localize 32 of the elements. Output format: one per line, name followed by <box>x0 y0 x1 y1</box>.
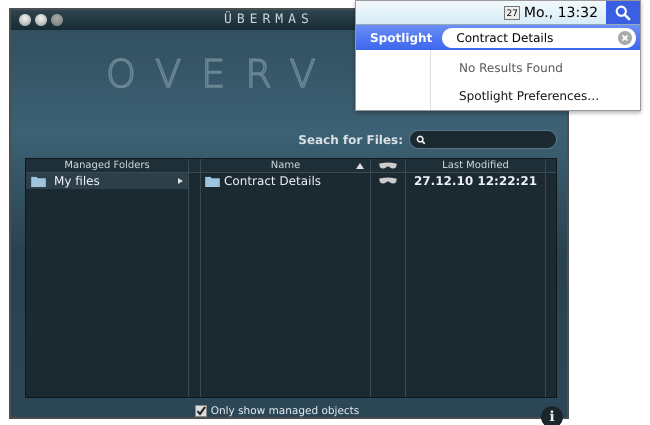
column-header[interactable] <box>371 159 405 173</box>
menu-clock[interactable]: Mo., 13:32 <box>524 4 598 20</box>
spotlight-result[interactable]: Spotlight Preferences… <box>431 82 640 110</box>
search-field[interactable] <box>409 130 557 149</box>
mask-icon <box>379 177 397 185</box>
search-label: Seach for Files: <box>298 132 403 146</box>
spotlight-field[interactable]: Contract Details <box>442 28 636 48</box>
checkbox[interactable] <box>194 405 207 417</box>
folder-icon <box>205 176 220 186</box>
spotlight-result: No Results Found <box>458 60 564 77</box>
spotlight-button[interactable] <box>606 1 640 24</box>
checkbox-label[interactable]: Only show managed objects <box>210 405 360 417</box>
spotlight-label: Spotlight <box>370 30 432 44</box>
folder-item[interactable]: My files <box>26 173 188 189</box>
minimize-button[interactable] <box>35 14 47 26</box>
search-icon <box>615 4 631 20</box>
calendar-icon[interactable]: 27 <box>504 6 520 20</box>
sort-ascending-icon <box>356 163 364 169</box>
file-name-cell[interactable]: Contract Details <box>201 173 370 189</box>
column-header[interactable]: Last Modified <box>406 159 545 173</box>
column-header[interactable]: Name <box>201 159 370 173</box>
close-button[interactable] <box>19 14 31 26</box>
search-icon <box>416 134 426 144</box>
date-cell-text: 27.12.10 12:22:21 <box>412 173 538 189</box>
mask-icon <box>379 162 397 170</box>
banner-title: OVERV <box>106 52 336 96</box>
column-header[interactable]: Managed Folders <box>26 159 188 173</box>
folder-icon <box>31 176 46 186</box>
zoom-button[interactable] <box>51 14 63 26</box>
window-title: ÜBERMAS <box>224 12 314 27</box>
disclosure-icon <box>178 178 183 184</box>
info-button[interactable]: i <box>541 406 563 425</box>
